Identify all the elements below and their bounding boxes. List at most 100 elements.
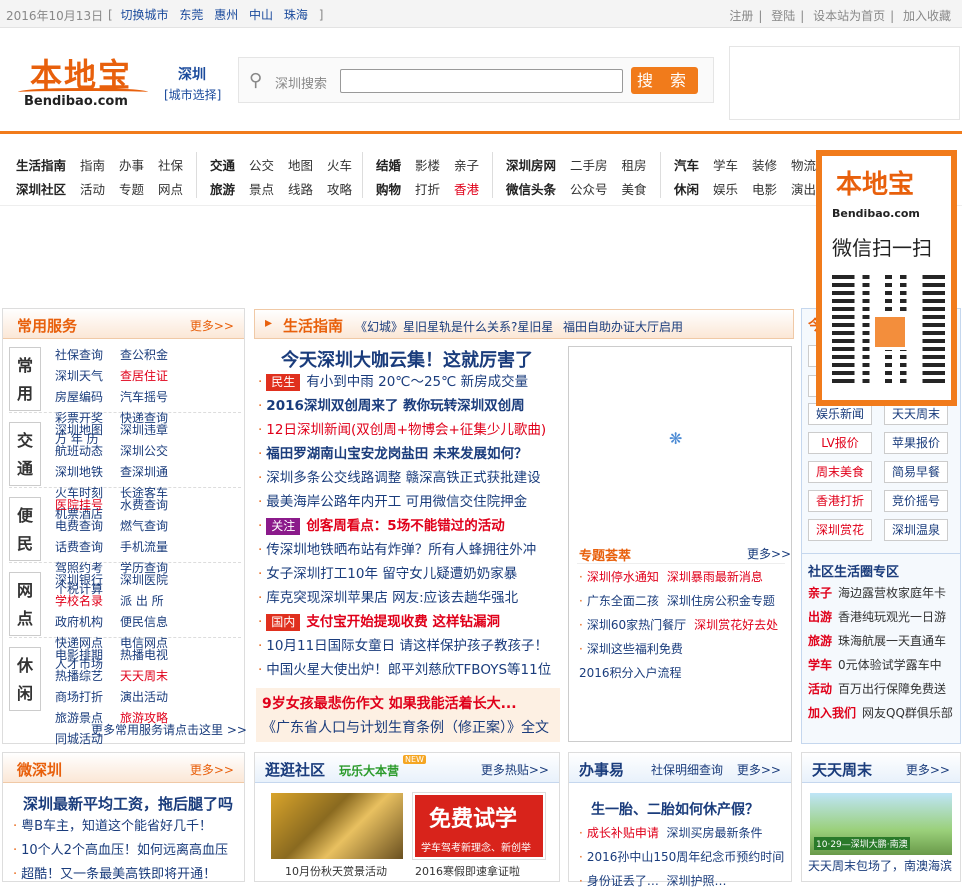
service-link[interactable]: 燃气查询: [120, 516, 185, 537]
community-sub[interactable]: 玩乐大本营: [339, 762, 399, 779]
nav-item[interactable]: 租房: [622, 154, 647, 178]
search-input[interactable]: [340, 69, 623, 93]
news-text[interactable]: 库克突现深圳苹果店 网友:应该去趟华强北: [266, 590, 518, 606]
free-trial-image[interactable]: 免费试学 学车驾考新理念、新创举: [412, 792, 546, 860]
guide-news-item[interactable]: · 国内 支付宝开始提现收费 这样钻漏洞: [258, 610, 563, 634]
topic-link[interactable]: 深圳住房公积金专题: [667, 594, 775, 608]
community-item[interactable]: 出游 香港纯玩观光一日游: [808, 605, 958, 629]
nav-item-hongkong[interactable]: 香港: [454, 178, 479, 202]
nav-item[interactable]: 深圳社区: [16, 178, 66, 202]
service-link[interactable]: 水费查询: [120, 495, 185, 516]
add-favorite-link[interactable]: 加入收藏: [903, 9, 951, 23]
community-value[interactable]: 百万出行保障免费送: [838, 682, 946, 696]
nav-item[interactable]: 专题: [119, 178, 144, 202]
nav-item[interactable]: 地图: [288, 154, 313, 178]
quick-link-button[interactable]: 天天周末: [884, 403, 948, 425]
site-logo[interactable]: 本地宝 Bendibao.com: [10, 50, 150, 112]
nav-item[interactable]: 办事: [119, 154, 144, 178]
news-text[interactable]: 2016深圳双创周来了 教你玩转深圳双创周: [266, 398, 524, 414]
topics-more-link[interactable]: 更多>>: [747, 545, 791, 562]
list-item[interactable]: · 粤B车主，知道这个能省好几千！: [13, 815, 228, 839]
community-value[interactable]: 枚家庭年卡: [886, 586, 946, 600]
city-link-huizhou[interactable]: 惠州: [214, 8, 238, 22]
topic-link[interactable]: 深圳这些福利免费: [587, 642, 683, 656]
community-value[interactable]: 0元体验试学露车中: [838, 658, 942, 672]
weekend-image[interactable]: 10·29—深圳大鹏·南澳: [810, 793, 952, 855]
service-link[interactable]: 派 出 所: [120, 591, 185, 612]
nav-item[interactable]: 火车: [327, 154, 352, 178]
guide-news-item[interactable]: · 深圳多条公交线路调整 赣深高铁正式获批建设: [258, 466, 563, 490]
guide-news-item[interactable]: · 12日深圳新闻(双创周+物博会+征集少儿歌曲): [258, 418, 563, 442]
guide-news-item[interactable]: · 传深圳地铁晒布站有炸弹？所有人蜂拥往外冲: [258, 538, 563, 562]
weekend-more-link[interactable]: 更多>>: [906, 761, 950, 778]
community-item[interactable]: 加入我们 网友QQ群俱乐部: [808, 701, 958, 725]
service-link[interactable]: 便民信息: [120, 612, 185, 633]
service-link[interactable]: 深圳医院: [120, 570, 185, 591]
city-select-link[interactable]: [城市选择]: [164, 86, 221, 103]
guide-news-item[interactable]: · 关注 创客周看点：5场不能错过的活动: [258, 514, 563, 538]
autumn-caption[interactable]: 10月份秋天赏景活动: [285, 863, 387, 879]
nav-item[interactable]: 美食: [622, 178, 647, 202]
topic-link[interactable]: 深圳停水通知: [587, 570, 659, 584]
quick-link-button[interactable]: LV报价: [808, 432, 872, 454]
search-button[interactable]: 搜 索: [631, 67, 698, 94]
banshiyi-more-link[interactable]: 更多>>: [737, 761, 781, 778]
nav-item[interactable]: 娱乐: [713, 178, 738, 202]
nav-item[interactable]: 休闲: [674, 178, 699, 202]
news-text[interactable]: 深圳多条公交线路调整 赣深高铁正式获批建设: [266, 470, 540, 486]
guide-news-item[interactable]: · 中国火星大使出炉！郎平刘慈欣TFBOYS等11位: [258, 658, 563, 682]
register-link[interactable]: 注册: [729, 9, 753, 23]
free-trial-caption[interactable]: 2016寒假即速拿证啦: [415, 863, 520, 879]
service-link[interactable]: 商场打折: [55, 687, 120, 708]
nav-item[interactable]: 社保: [158, 154, 183, 178]
services-footer-link[interactable]: 更多常用服务请点击这里 >>: [91, 721, 247, 738]
nav-item[interactable]: 电影: [752, 178, 777, 202]
service-link[interactable]: 医院挂号: [55, 495, 120, 516]
service-link[interactable]: 电费查询: [55, 516, 120, 537]
login-link[interactable]: 登陆: [771, 9, 795, 23]
news-text[interactable]: 有小到中雨 20℃～25℃ 新房成交量: [306, 374, 528, 390]
service-link[interactable]: 查深圳通: [120, 462, 185, 483]
news-text[interactable]: 支付宝开始提现收费 这样钻漏洞: [306, 614, 500, 630]
service-link[interactable]: 电影排期: [55, 645, 120, 666]
service-link[interactable]: 深圳银行: [55, 570, 120, 591]
service-link[interactable]: 学校名录: [55, 591, 120, 612]
news-text[interactable]: 福田罗湖南山宝安龙岗盐田 未来发展如何？: [266, 446, 527, 462]
service-link[interactable]: 查居住证: [120, 366, 185, 387]
service-link[interactable]: 航班动态: [55, 441, 120, 462]
list-item[interactable]: · 身份证丢了… 深圳护照…: [579, 869, 784, 893]
service-link[interactable]: 房屋编码: [55, 387, 120, 408]
guide-header-link[interactable]: 《幻城》星旧星轨是什么关系?星旧星: [355, 318, 553, 335]
news-text[interactable]: 女子深圳打工10年 留守女儿疑遭奶奶家暴: [266, 566, 517, 582]
service-link[interactable]: 话费查询: [55, 537, 120, 558]
topic-link[interactable]: 广东全面二孩: [587, 594, 659, 608]
service-link[interactable]: 深圳天气: [55, 366, 120, 387]
quick-link-button[interactable]: 娱乐新闻: [808, 403, 872, 425]
nav-item[interactable]: 亲子: [454, 154, 479, 178]
list-item[interactable]: · 10个人2个高血压！如何远离高血压: [13, 839, 228, 863]
community-value[interactable]: 网友QQ群俱乐部: [862, 706, 953, 720]
service-link[interactable]: 手机流量: [120, 537, 185, 558]
community-item[interactable]: 学车 0元体验试学露车中: [808, 653, 958, 677]
topic-link[interactable]: 深圳60家热门餐厅: [587, 618, 686, 632]
service-link[interactable]: 社保查询: [55, 345, 120, 366]
service-link[interactable]: 热播综艺: [55, 666, 120, 687]
news-text[interactable]: 最美海岸公路年内开工 可用微信交住院押金: [266, 494, 527, 510]
guide-news-item[interactable]: · 福田罗湖南山宝安龙岗盐田 未来发展如何？: [258, 442, 563, 466]
service-link[interactable]: 深圳地铁: [55, 462, 120, 483]
guide-header-link[interactable]: 福田自助办证大厅启用: [563, 318, 683, 335]
service-link[interactable]: 演出活动: [120, 687, 185, 708]
banshiyi-sub[interactable]: 社保明细查询: [651, 761, 723, 778]
nav-item[interactable]: 深圳房网: [506, 154, 556, 178]
community-item[interactable]: 亲子 海边露营枚家庭年卡: [808, 581, 958, 605]
guide-news-item[interactable]: · 女子深圳打工10年 留守女儿疑遭奶奶家暴: [258, 562, 563, 586]
weishenzhen-headline[interactable]: 深圳最新平均工资，拖后腿了吗: [23, 793, 233, 814]
city-link-zhuhai[interactable]: 珠海: [284, 8, 308, 22]
services-more-link[interactable]: 更多>>: [190, 317, 234, 334]
service-link[interactable]: 热播电视: [120, 645, 185, 666]
service-link[interactable]: 汽车摇号: [120, 387, 185, 408]
community-more-link[interactable]: 更多热贴>>: [481, 761, 549, 778]
guide-news-item[interactable]: · 2016深圳双创周来了 教你玩转深圳双创周: [258, 394, 563, 418]
nav-item[interactable]: 公众号: [570, 178, 608, 202]
guide-news-item[interactable]: · 最美海岸公路年内开工 可用微信交住院押金: [258, 490, 563, 514]
